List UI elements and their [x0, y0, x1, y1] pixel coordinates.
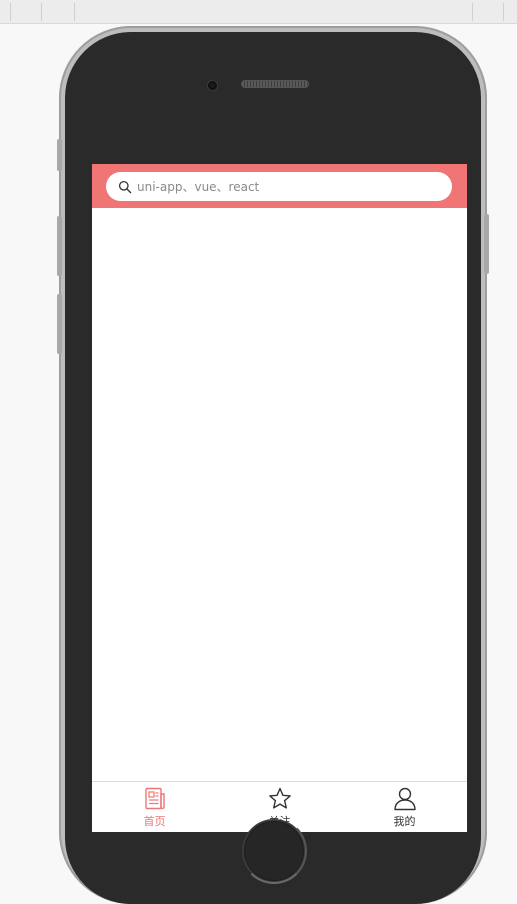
- volume-up-button: [57, 216, 62, 276]
- toolbar-divider: [472, 3, 473, 21]
- phone-frame: uni-app、vue、react 首页 我的: [57, 26, 489, 904]
- devtools-toolbar: [0, 0, 517, 24]
- mute-switch: [57, 139, 62, 171]
- tab-mine[interactable]: 我的: [342, 782, 467, 832]
- search-bar[interactable]: uni-app、vue、react: [106, 172, 452, 201]
- power-button: [484, 214, 489, 274]
- toolbar-divider: [10, 3, 11, 21]
- star-icon: [268, 787, 291, 809]
- phone-body: uni-app、vue、react 首页 我的: [65, 32, 481, 904]
- tab-home-label: 首页: [143, 815, 166, 828]
- toolbar-divider: [503, 3, 504, 21]
- volume-down-button: [57, 294, 62, 354]
- app-screen: uni-app、vue、react 首页 我的: [92, 164, 467, 832]
- toolbar-divider: [74, 3, 75, 21]
- toolbar-divider: [41, 3, 42, 21]
- search-header: uni-app、vue、react: [92, 164, 467, 208]
- home-button[interactable]: [241, 818, 307, 884]
- search-icon: [118, 180, 132, 193]
- user-icon: [393, 787, 416, 811]
- content-area: [92, 208, 467, 781]
- tab-mine-label: 我的: [393, 815, 416, 828]
- front-camera: [208, 81, 217, 90]
- news-icon: [144, 787, 165, 810]
- search-placeholder: uni-app、vue、react: [137, 180, 260, 194]
- earpiece-speaker: [241, 80, 309, 88]
- tab-home[interactable]: 首页: [92, 782, 217, 832]
